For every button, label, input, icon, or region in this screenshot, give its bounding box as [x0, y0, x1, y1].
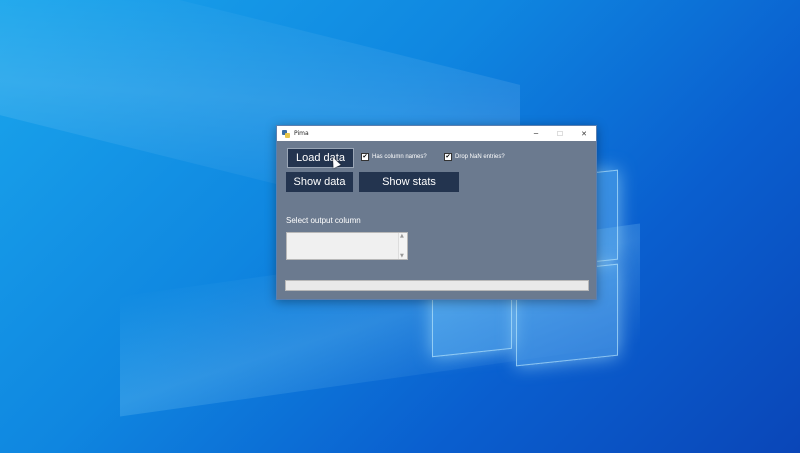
python-app-icon — [282, 129, 290, 138]
minimize-icon[interactable]: ─ — [524, 126, 548, 141]
show-data-button[interactable]: Show data — [286, 172, 353, 192]
has-column-names-checkbox[interactable]: ✔ Has column names? — [361, 153, 427, 161]
scroll-up-icon[interactable]: ▲ — [400, 233, 404, 239]
window-title: Pima — [294, 130, 309, 137]
output-column-label: Select output column — [286, 216, 361, 225]
drop-nan-checkbox[interactable]: ✔ Drop NaN entries? — [444, 153, 505, 161]
maximize-icon[interactable]: ☐ — [548, 126, 572, 141]
checkbox-checked-icon[interactable]: ✔ — [444, 153, 452, 161]
checkbox-checked-icon[interactable]: ✔ — [361, 153, 369, 161]
progress-bar — [285, 280, 589, 291]
show-stats-button[interactable]: Show stats — [359, 172, 459, 192]
scroll-down-icon[interactable]: ▼ — [400, 253, 404, 259]
app-window: Pima ─ ☐ ✕ Load data ✔ Has column names?… — [276, 125, 597, 300]
load-data-button[interactable]: Load data — [287, 148, 354, 168]
listbox-scrollbar[interactable]: ▲ ▼ — [398, 233, 407, 259]
title-bar[interactable]: Pima ─ ☐ ✕ — [277, 126, 596, 141]
close-icon[interactable]: ✕ — [572, 126, 596, 141]
drop-nan-label: Drop NaN entries? — [455, 154, 505, 160]
has-column-names-label: Has column names? — [372, 154, 427, 160]
output-column-listbox[interactable]: ▲ ▼ — [286, 232, 408, 260]
